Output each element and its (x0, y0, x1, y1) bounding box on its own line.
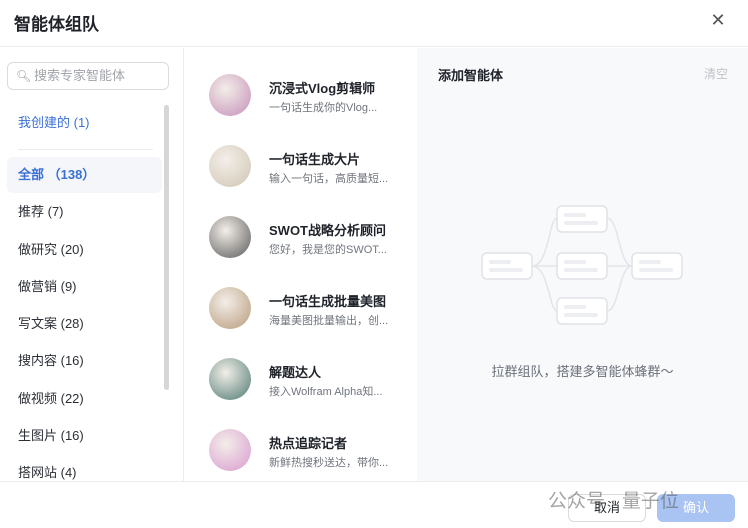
category-item[interactable]: 全部 （138） (7, 157, 162, 193)
agent-avatar (209, 216, 251, 258)
empty-state-text: 拉群组队，搭建多智能体蜂群～ (491, 364, 674, 379)
category-item[interactable]: 写文案 (28) (7, 306, 162, 342)
clear-button[interactable]: 清空 (704, 65, 728, 82)
agent-description: 您好，我是您的SWOT... (269, 244, 387, 256)
dialog-header: 智能体组队 ✕ (0, 0, 748, 47)
agent-list: 沉浸式Vlog剪辑师 一句话生成你的Vlog... 一句话生成大片 输入一句话，… (185, 48, 416, 481)
cancel-button[interactable]: 取消 (568, 494, 646, 522)
agent-list-item[interactable]: 热点追踪记者 新鲜热搜秒送达，带你... (185, 405, 416, 476)
agent-description: 新鲜热搜秒送达，带你... (269, 457, 389, 469)
dialog-footer: 取消 确认 公众号 · 量子位 (0, 481, 748, 528)
agent-avatar (209, 145, 251, 187)
category-my-created[interactable]: 我创建的 (1) (7, 105, 162, 141)
agent-description: 输入一句话，高质量短... (269, 173, 389, 185)
swarm-diagram-icon (481, 205, 683, 325)
agent-list-item[interactable]: 解题达人 接入Wolfram Alpha知... (185, 334, 416, 405)
agent-description: 海量美图批量输出，创... (269, 315, 389, 327)
agent-name: SWOT战略分析顾问 (269, 223, 386, 238)
category-item[interactable]: 做视频 (22) (7, 381, 162, 417)
search-input[interactable]: 🔍︎ 搜索专家智能体 (7, 62, 169, 90)
category-item[interactable]: 做研究 (20) (7, 232, 162, 268)
agent-avatar (209, 358, 251, 400)
divider (18, 149, 153, 150)
selected-agents-panel: 添加智能体 清空 拉群组队，搭建多智能体蜂群～ (417, 48, 748, 481)
agent-list-item[interactable]: 一句话生成大片 输入一句话，高质量短... (185, 121, 416, 192)
category-sidebar: 🔍︎ 搜索专家智能体 我创建的 (1) 全部 （138） 推荐 (7) 做研究 … (0, 48, 184, 481)
agent-name: 沉浸式Vlog剪辑师 (269, 81, 376, 96)
agent-avatar (209, 429, 251, 471)
agent-name: 一句话生成批量美图 (269, 294, 387, 309)
category-item[interactable]: 推荐 (7) (7, 194, 162, 230)
agent-avatar (209, 74, 251, 116)
confirm-button[interactable]: 确认 (657, 494, 735, 522)
agent-list-item[interactable]: 沉浸式Vlog剪辑师 一句话生成你的Vlog... (185, 50, 416, 121)
agent-list-item[interactable]: SWOT战略分析顾问 您好，我是您的SWOT... (185, 192, 416, 263)
agent-name: 一句话生成大片 (269, 152, 361, 167)
panel-title: 添加智能体 (438, 68, 504, 83)
category-item[interactable]: 生图片 (16) (7, 418, 162, 454)
agent-name: 解题达人 (269, 365, 322, 380)
agent-avatar (209, 287, 251, 329)
agent-description: 接入Wolfram Alpha知... (269, 386, 383, 398)
agent-description: 一句话生成你的Vlog... (269, 102, 378, 114)
close-icon[interactable]: ✕ (708, 10, 728, 30)
category-item[interactable]: 搜内容 (16) (7, 343, 162, 379)
category-item[interactable]: 做营销 (9) (7, 269, 162, 305)
scrollbar[interactable] (164, 105, 169, 390)
agent-list-item[interactable]: 一句话生成批量美图 海量美图批量输出，创... (185, 263, 416, 334)
dialog-title: 智能体组队 (14, 15, 99, 34)
agent-name: 热点追踪记者 (269, 436, 348, 451)
search-icon: 🔍︎ (16, 69, 32, 83)
search-placeholder: 搜索专家智能体 (34, 68, 126, 83)
